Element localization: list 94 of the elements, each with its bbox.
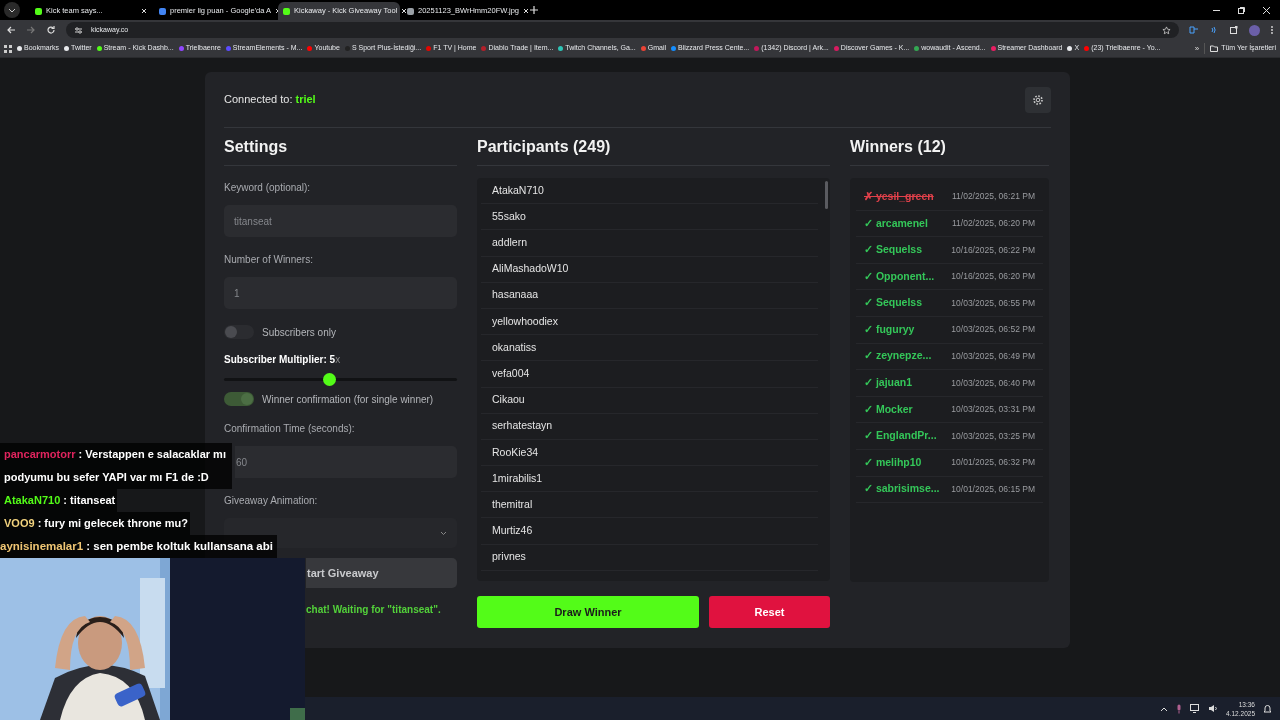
field-label: Giveaway Animation:	[224, 494, 319, 507]
participant-name: serhatestayn	[492, 418, 553, 434]
winner-name: ✓ fuguryy	[864, 321, 915, 337]
connected-label: Connected to:	[224, 92, 293, 108]
menu-icon[interactable]	[1270, 25, 1274, 35]
field-label: Number of Winners:	[224, 253, 314, 266]
section-title: Settings	[224, 136, 288, 157]
microphone-icon[interactable]	[1176, 703, 1183, 714]
winner-time: 11/02/2025, 06:21 PM	[951, 190, 1035, 204]
participant-name: Murtiz46	[492, 523, 533, 539]
participant-name: addlern	[492, 235, 528, 251]
slider[interactable]	[224, 373, 457, 386]
star-icon[interactable]	[1162, 25, 1171, 35]
tab-list-icon[interactable]	[4, 2, 20, 18]
participant-name: hasanaaa	[492, 287, 539, 303]
participant-name: yellowhoodiex	[492, 313, 558, 329]
chevron-up-icon[interactable]	[1160, 705, 1169, 712]
volume-icon[interactable]	[1208, 704, 1219, 713]
back-icon[interactable]	[6, 25, 16, 35]
section-title: Participants (249)	[477, 136, 611, 157]
forward-icon[interactable]	[26, 25, 36, 35]
status-message: chat! Waiting for "titanseat".	[306, 604, 441, 615]
winner-name: ✓ jajuan1	[864, 375, 913, 391]
participant-name: 55sako	[492, 208, 526, 224]
settings-icon	[1032, 93, 1044, 106]
reload-icon[interactable]	[46, 25, 56, 35]
restore-icon[interactable]	[1238, 6, 1245, 14]
participant-name: 1mirabilis1	[492, 470, 543, 486]
input-field[interactable]: 1	[224, 277, 457, 309]
winner-time: 10/16/2025, 06:22 PM	[951, 243, 1035, 257]
input-field[interactable]: 60	[235, 446, 457, 478]
settings-button[interactable]	[1025, 86, 1051, 113]
toggle-label: Subscribers only	[262, 325, 336, 340]
winner-time: 10/01/2025, 06:15 PM	[951, 482, 1035, 496]
toggle-label: Winner confirmation (for single winner)	[262, 392, 434, 407]
site-settings-icon[interactable]	[74, 25, 83, 35]
winner-time: 10/16/2025, 06:20 PM	[951, 270, 1035, 283]
slider-thumb[interactable]	[322, 373, 336, 386]
apps-icon[interactable]	[4, 44, 12, 53]
winner-name: ✓ Mocker	[864, 401, 913, 417]
winner-name: ✓ Sequelss	[864, 295, 923, 311]
participant-name: AtakaN710	[492, 182, 544, 198]
start-giveaway-button[interactable]: tart Giveaway	[306, 558, 457, 588]
close-icon[interactable]	[1263, 6, 1270, 14]
winner-time: 10/01/2025, 06:32 PM	[951, 456, 1035, 470]
participant-name: okanatiss	[492, 339, 537, 355]
winner-name: ✓ sabrisimse...	[864, 481, 940, 497]
overflow-chevron[interactable]: »	[1194, 42, 1200, 55]
puzzle-icon[interactable]	[1229, 25, 1239, 35]
toggle-switch[interactable]	[224, 392, 254, 406]
chat-message: pancarmotorr : Verstappen e salacaklar mı podyumu bu sefer YAPI var mı F1 de :D	[0, 443, 232, 489]
close-icon[interactable]	[523, 8, 530, 14]
participant-name: RooKie34	[492, 444, 539, 460]
winner-time: 11/02/2025, 06:20 PM	[951, 217, 1035, 230]
extension-icon[interactable]	[1189, 25, 1199, 35]
winner-name: ✗ yesil_green	[864, 188, 934, 204]
section-title: Winners (12)	[850, 136, 946, 157]
field-label: Keyword (optional):	[224, 181, 312, 194]
winner-time: 10/03/2025, 06:40 PM	[951, 376, 1035, 390]
participant-name: AliMashadoW10	[492, 261, 569, 277]
chevron-down-icon	[440, 530, 447, 536]
winner-time: 10/03/2025, 03:25 PM	[951, 429, 1035, 443]
winner-name: ✓ Sequelss	[864, 242, 923, 258]
extension-icon[interactable]	[1209, 25, 1219, 35]
reset-button[interactable]: Reset	[709, 596, 830, 628]
multiplier-label: Subscriber Multiplier: 5x	[224, 353, 342, 366]
winner-name: ✓ EnglandPr...	[864, 428, 937, 444]
field-label: Confirmation Time (seconds):	[224, 422, 356, 435]
close-icon[interactable]	[401, 8, 408, 14]
participant-name: Cikaou	[492, 392, 525, 408]
participant-name: vefa004	[492, 366, 530, 382]
network-icon[interactable]	[1190, 704, 1201, 713]
input-field[interactable]: titanseat	[224, 205, 457, 237]
winner-name: ✓ zeynepze...	[864, 348, 932, 364]
close-icon[interactable]	[141, 8, 147, 14]
new-tab-icon[interactable]	[530, 6, 538, 14]
chat-message: VOO9 : fury mi gelecek throne mu?	[0, 512, 190, 535]
participant-name: themitral	[492, 496, 533, 512]
toggle-switch[interactable]	[224, 325, 254, 339]
winner-name: ✓ Opponent...	[864, 268, 935, 284]
channel-name: triel	[295, 92, 316, 108]
winner-time: 10/03/2025, 06:55 PM	[951, 296, 1035, 310]
winner-time: 10/03/2025, 03:31 PM	[951, 403, 1035, 416]
folder-icon	[1210, 45, 1219, 52]
chat-message: AtakaN710 : titanseat	[0, 489, 118, 512]
scrollbar	[825, 181, 828, 209]
winner-name: ✓ melihp10	[864, 454, 922, 470]
winner-name: ✓ arcamenel	[864, 215, 928, 231]
participant-name: privnes	[492, 549, 526, 565]
draw-winner-button[interactable]: Draw Winner	[477, 596, 699, 628]
notification-icon[interactable]	[1263, 703, 1272, 714]
winner-time: 10/03/2025, 06:49 PM	[951, 350, 1035, 363]
winner-time: 10/03/2025, 06:52 PM	[951, 323, 1035, 337]
chat-message: aynisinemalar1 : sen pembe koltuk kullansana abi	[0, 535, 277, 558]
